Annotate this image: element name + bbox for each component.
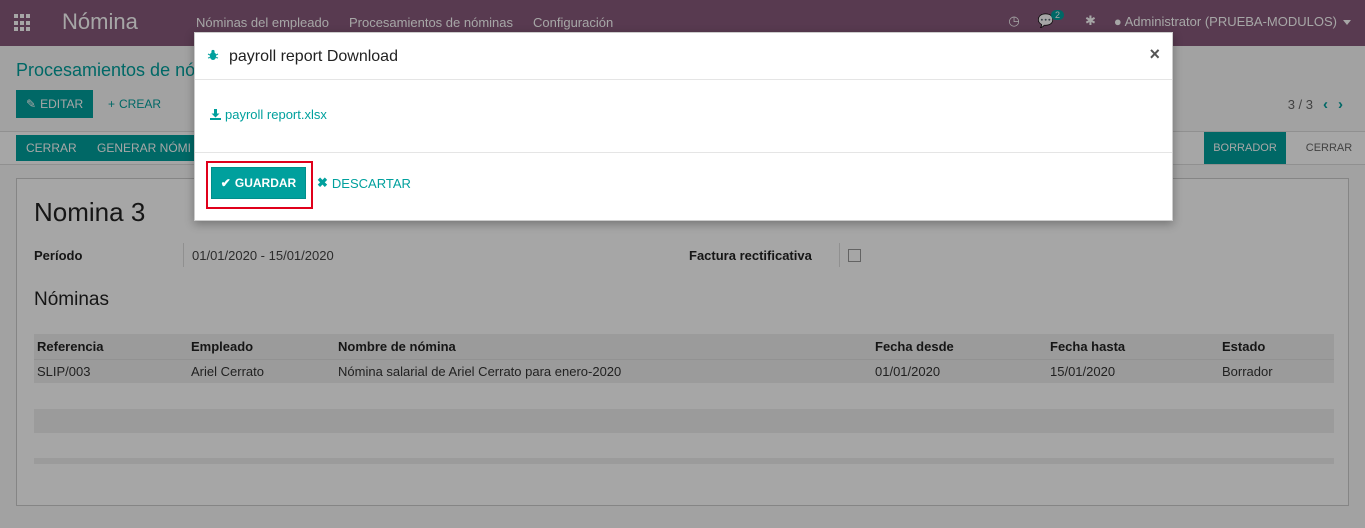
download-icon [210,109,221,120]
check-icon: ✔ [220,176,231,190]
discard-button[interactable]: ✖ DESCARTAR [317,175,411,191]
x-icon: ✖ [317,175,328,190]
download-file-name: payroll report.xlsx [225,107,327,122]
discard-button-label: DESCARTAR [331,175,411,191]
dialog-body: payroll report.xlsx [195,81,1172,153]
bug-icon [207,49,219,60]
dialog-header: payroll report Download × [195,33,1172,80]
close-icon[interactable]: × [1149,44,1160,65]
save-button[interactable]: ✔ GUARDAR [211,167,306,199]
download-file-link[interactable]: payroll report.xlsx [210,107,327,122]
save-button-label: GUARDAR [234,176,297,190]
dialog-title: payroll report Download [229,48,398,65]
dialog-footer: ✔ GUARDAR ✖ DESCARTAR [195,154,1172,220]
download-dialog: payroll report Download × payroll report… [194,32,1173,221]
